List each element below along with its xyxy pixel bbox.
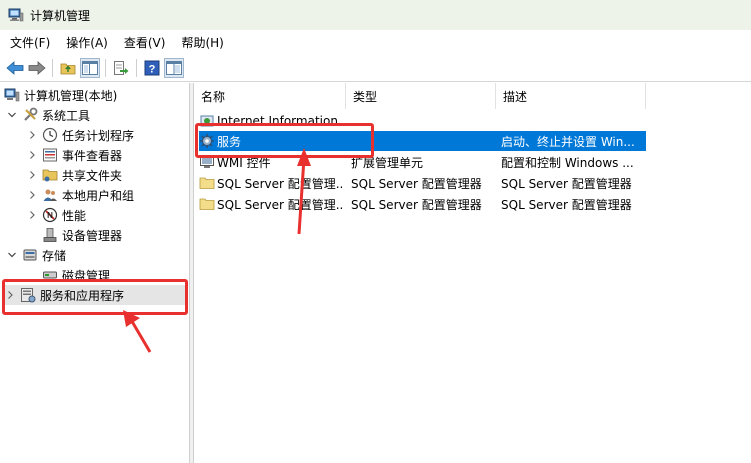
list-item-desc: 配置和控制 Windows ... — [501, 155, 634, 170]
computer-management-icon — [8, 7, 24, 23]
folder-icon — [199, 196, 215, 212]
list-item-name: WMI 控件 — [217, 155, 271, 170]
back-icon[interactable] — [5, 58, 25, 78]
column-header-name[interactable]: 名称 — [194, 83, 346, 109]
toolbar-separator — [52, 58, 53, 77]
services-applications-icon — [20, 287, 36, 303]
list-item-desc: SQL Server 配置管理器 — [501, 176, 632, 191]
menu-help[interactable]: 帮助(H) — [173, 34, 231, 51]
chevron-right-icon[interactable] — [26, 129, 38, 141]
tree-item-label: 本地用户和组 — [62, 188, 135, 203]
list-item-name: SQL Server 配置管理... — [217, 197, 344, 212]
tree-item-label: 任务计划程序 — [62, 128, 135, 143]
chevron-right-icon[interactable] — [4, 289, 16, 301]
tree-item-label: 设备管理器 — [62, 228, 123, 243]
properties-icon[interactable] — [164, 57, 184, 78]
details-list: 名称 类型 描述 Internet Information... 服务 启动、终… — [193, 83, 751, 463]
toolbar-separator — [136, 58, 137, 77]
chevron-right-icon[interactable] — [26, 169, 38, 181]
tree-item-local-users-groups[interactable]: 本地用户和组 — [26, 185, 134, 205]
menu-file[interactable]: 文件(F) — [2, 34, 58, 51]
list-item-type: 扩展管理单元 — [351, 155, 424, 170]
navigation-tree: 计算机管理(本地) 系统工具 任务计划程序 事件查看器 共享文件夹 本地用户和组… — [0, 83, 190, 463]
services-gear-icon — [199, 133, 215, 149]
performance-icon: N — [42, 207, 58, 223]
list-item-name: Internet Information... — [217, 114, 344, 128]
list-item[interactable]: WMI 控件 扩展管理单元 配置和控制 Windows ... — [194, 152, 751, 172]
tree-item-label: 性能 — [62, 208, 87, 223]
tree-item-label: 磁盘管理 — [62, 268, 111, 283]
tree-item-disk-management[interactable]: 磁盘管理 — [42, 265, 110, 285]
show-hide-tree-icon[interactable] — [80, 57, 100, 78]
column-header-type[interactable]: 类型 — [346, 83, 496, 109]
tree-root-label: 计算机管理(本地) — [24, 88, 118, 103]
menu-view[interactable]: 查看(V) — [116, 34, 174, 51]
list-item[interactable]: Internet Information... — [194, 111, 751, 131]
event-viewer-icon — [42, 147, 58, 163]
list-item-services[interactable]: 服务 启动、终止并设置 Win... — [194, 131, 751, 151]
users-icon — [42, 187, 58, 203]
window-title: 计算机管理 — [30, 8, 91, 23]
toolbar-separator — [105, 58, 106, 77]
forward-icon[interactable] — [27, 58, 47, 78]
list-item-name: 服务 — [217, 134, 242, 149]
tree-item-storage[interactable]: 存储 — [6, 245, 66, 265]
tree-item-device-manager[interactable]: 设备管理器 — [42, 225, 122, 245]
tree-item-label: 共享文件夹 — [62, 168, 123, 183]
tree-root[interactable]: 计算机管理(本地) — [4, 85, 117, 105]
column-header-label: 描述 — [503, 89, 528, 104]
up-folder-icon[interactable] — [58, 58, 78, 78]
chevron-right-icon[interactable] — [26, 209, 38, 221]
tools-icon — [22, 107, 38, 123]
shared-folder-icon — [42, 167, 58, 183]
chevron-down-icon[interactable] — [6, 109, 18, 121]
tree-item-shared-folders[interactable]: 共享文件夹 — [26, 165, 122, 185]
tree-item-task-scheduler[interactable]: 任务计划程序 — [26, 125, 134, 145]
tree-item-label: 事件查看器 — [62, 148, 123, 163]
menu-action[interactable]: 操作(A) — [58, 34, 116, 51]
help-icon[interactable]: ? — [142, 58, 162, 78]
computer-management-icon — [4, 87, 20, 103]
toolbar: ? — [0, 54, 751, 82]
column-header-label: 类型 — [353, 89, 378, 104]
menu-bar: 文件(F) 操作(A) 查看(V) 帮助(H) — [0, 30, 751, 54]
list-item[interactable]: SQL Server 配置管理... SQL Server 配置管理器 SQL … — [194, 194, 751, 214]
chevron-down-icon[interactable] — [6, 249, 18, 261]
disk-icon — [42, 267, 58, 283]
tree-item-label: 服务和应用程序 — [40, 288, 125, 303]
wmi-icon — [199, 154, 215, 170]
list-item-name: SQL Server 配置管理... — [217, 176, 344, 191]
tree-item-label: 存储 — [42, 248, 67, 263]
chevron-right-icon[interactable] — [26, 189, 38, 201]
device-manager-icon — [42, 227, 58, 243]
list-item-desc: 启动、终止并设置 Win... — [501, 134, 635, 149]
tree-item-event-viewer[interactable]: 事件查看器 — [26, 145, 122, 165]
list-item[interactable]: SQL Server 配置管理... SQL Server 配置管理器 SQL … — [194, 173, 751, 193]
tree-item-performance[interactable]: N 性能 — [26, 205, 86, 225]
list-item-desc: SQL Server 配置管理器 — [501, 197, 632, 212]
export-list-icon[interactable] — [111, 58, 131, 78]
tree-item-label: 系统工具 — [42, 108, 91, 123]
iis-icon — [199, 113, 215, 129]
folder-icon — [199, 175, 215, 191]
title-bar: 计算机管理 — [0, 0, 751, 30]
column-header-desc[interactable]: 描述 — [496, 83, 646, 109]
list-item-type: SQL Server 配置管理器 — [351, 197, 482, 212]
tree-item-system-tools[interactable]: 系统工具 — [6, 105, 90, 125]
list-item-type: SQL Server 配置管理器 — [351, 176, 482, 191]
column-header-label: 名称 — [201, 89, 226, 104]
chevron-right-icon[interactable] — [26, 149, 38, 161]
tree-item-services-applications[interactable]: 服务和应用程序 — [4, 285, 186, 305]
storage-icon — [22, 247, 38, 263]
clock-icon — [42, 127, 58, 143]
svg-text:?: ? — [149, 63, 156, 75]
svg-text:N: N — [47, 211, 53, 220]
